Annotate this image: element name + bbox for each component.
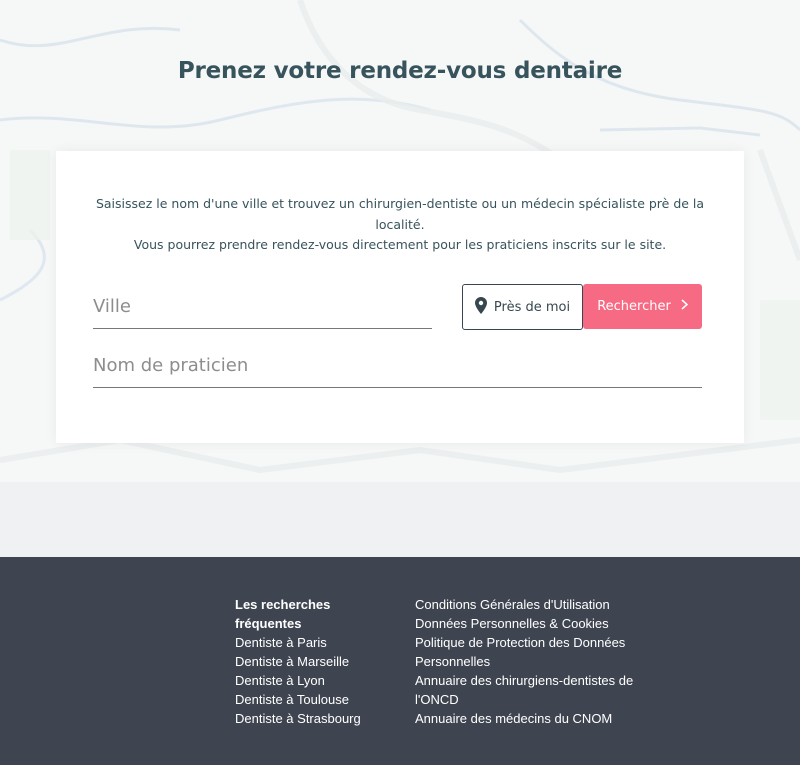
map-pin-icon [474, 296, 487, 318]
footer-link-cookies[interactable]: Données Personnelles & Cookies [415, 614, 635, 633]
footer-legal-links: Conditions Générales d'Utilisation Donné… [415, 595, 635, 728]
footer-frequent-heading: Les recherches fréquentes [235, 597, 331, 631]
near-me-label: Près de moi [493, 299, 571, 315]
practitioner-input[interactable] [93, 343, 702, 388]
page-title: Prenez votre rendez-vous dentaire [0, 58, 800, 84]
footer-link-paris[interactable]: Dentiste à Paris [235, 633, 385, 652]
intro-line-2: Vous pourrez prendre rendez-vous directe… [133, 237, 667, 252]
footer-link-toulouse[interactable]: Dentiste à Toulouse [235, 690, 385, 709]
footer-link-oncd-directory[interactable]: Annuaire des chirurgiens-dentistes de l'… [415, 671, 635, 709]
footer-link-cnom-directory[interactable]: Annuaire des médecins du CNOM [415, 709, 635, 728]
footer-link-strasbourg[interactable]: Dentiste à Strasbourg [235, 709, 385, 728]
chevron-right-icon [681, 299, 689, 314]
search-intro: Saisissez le nom d'une ville et trouvez … [86, 194, 714, 256]
near-me-button[interactable]: Près de moi [462, 284, 583, 330]
footer-link-marseille[interactable]: Dentiste à Marseille [235, 652, 385, 671]
footer-link-lyon[interactable]: Dentiste à Lyon [235, 671, 385, 690]
hero-section: Prenez votre rendez-vous dentaire Saisis… [0, 0, 800, 482]
footer-link-data-protection[interactable]: Politique de Protection des Données Pers… [415, 633, 635, 671]
footer-frequent-searches: Les recherches fréquentes Dentiste à Par… [235, 595, 385, 728]
footer: Les recherches fréquentes Dentiste à Par… [0, 557, 800, 765]
search-card: Saisissez le nom d'une ville et trouvez … [56, 151, 744, 443]
city-input[interactable] [93, 284, 432, 329]
page-title-prefix: Prenez votre [177, 58, 350, 84]
footer-link-cgu[interactable]: Conditions Générales d'Utilisation [415, 595, 635, 614]
search-button[interactable]: Rechercher [583, 284, 702, 329]
search-button-label: Rechercher [597, 299, 671, 314]
intro-line-1: Saisissez le nom d'une ville et trouvez … [95, 196, 705, 232]
page-title-emphasis: rendez-vous dentaire [349, 58, 623, 84]
